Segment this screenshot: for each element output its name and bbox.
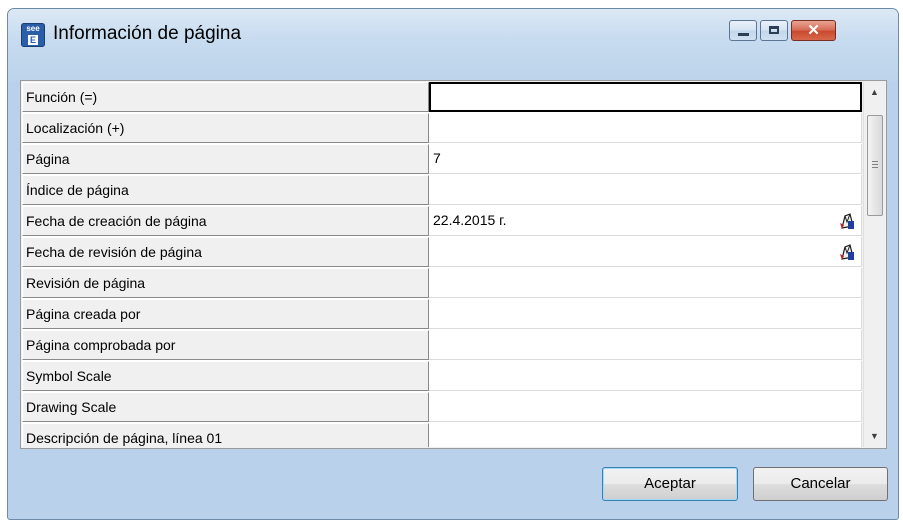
edit-date-icon[interactable] (839, 243, 855, 261)
property-row[interactable]: Symbol Scale (22, 361, 862, 392)
page-info-dialog: see E Información de página ✕ Función (=… (7, 8, 899, 520)
maximize-icon (769, 26, 779, 34)
property-label: Índice de página (22, 175, 429, 205)
property-value-field[interactable] (429, 361, 862, 391)
see-e-app-icon: see E (21, 23, 45, 47)
property-value-field[interactable] (429, 392, 862, 422)
minimize-button[interactable] (729, 20, 757, 41)
app-icon-bottom-text: E (28, 35, 38, 45)
cancel-button[interactable]: Cancelar (753, 467, 888, 501)
property-row[interactable]: Página 7 (22, 144, 862, 175)
property-label: Localización (+) (22, 113, 429, 143)
property-label: Fecha de revisión de página (22, 237, 429, 267)
property-grid: Función (=) Localización (+) Página 7 Índice… (22, 82, 862, 447)
property-value-text: 22.4.2015 г. (433, 212, 507, 228)
edit-date-icon[interactable] (839, 212, 855, 230)
property-row[interactable]: Función (=) (22, 82, 862, 113)
scroll-grip-line (872, 164, 878, 165)
property-value-text: 7 (433, 150, 441, 166)
property-label: Revisión de página (22, 268, 429, 298)
maximize-button[interactable] (760, 20, 788, 41)
property-value-field[interactable] (429, 113, 862, 143)
property-label: Página comprobada por (22, 330, 429, 360)
property-row[interactable]: Revisión de página (22, 268, 862, 299)
property-value-field[interactable] (429, 423, 862, 447)
property-row[interactable]: Localización (+) (22, 113, 862, 144)
property-value-field[interactable]: 22.4.2015 г. (429, 206, 862, 236)
property-row[interactable]: Índice de página (22, 175, 862, 206)
property-row[interactable]: Descripción de página, línea 01 (22, 423, 862, 447)
app-icon-top-text: see (26, 24, 40, 33)
scroll-thumb[interactable] (867, 115, 883, 216)
scroll-up-arrow-icon[interactable]: ▲ (864, 82, 885, 103)
property-row[interactable]: Página creada por (22, 299, 862, 330)
property-label: Página (22, 144, 429, 174)
vertical-scrollbar[interactable]: ▲ ▼ (863, 82, 885, 447)
property-label: Página creada por (22, 299, 429, 329)
property-value-field[interactable] (429, 330, 862, 360)
property-value-field[interactable] (429, 268, 862, 298)
title-bar[interactable]: see E Información de página ✕ (8, 9, 898, 81)
property-value-field[interactable] (429, 82, 862, 112)
scroll-down-arrow-icon[interactable]: ▼ (864, 426, 885, 447)
property-value-field[interactable] (429, 299, 862, 329)
property-value-field[interactable]: 7 (429, 144, 862, 174)
property-label: Fecha de creación de página (22, 206, 429, 236)
property-row[interactable]: Fecha de creación de página 22.4.2015 г. (22, 206, 862, 237)
property-label: Drawing Scale (22, 392, 429, 422)
property-label: Función (=) (22, 82, 429, 112)
property-value-field[interactable] (429, 175, 862, 205)
property-value-field[interactable] (429, 237, 862, 267)
property-label: Descripción de página, línea 01 (22, 423, 429, 447)
scroll-grip-line (872, 161, 878, 162)
property-row[interactable]: Página comprobada por (22, 330, 862, 361)
close-icon: ✕ (807, 22, 820, 39)
property-row[interactable]: Drawing Scale (22, 392, 862, 423)
property-label: Symbol Scale (22, 361, 429, 391)
minimize-icon (738, 33, 749, 36)
property-row[interactable]: Fecha de revisión de página (22, 237, 862, 268)
ok-button[interactable]: Aceptar (602, 467, 738, 501)
window-title: Información de página (53, 23, 242, 44)
close-button[interactable]: ✕ (791, 20, 836, 41)
property-grid-panel: Función (=) Localización (+) Página 7 Índice… (20, 80, 887, 449)
scroll-grip-line (872, 167, 878, 168)
